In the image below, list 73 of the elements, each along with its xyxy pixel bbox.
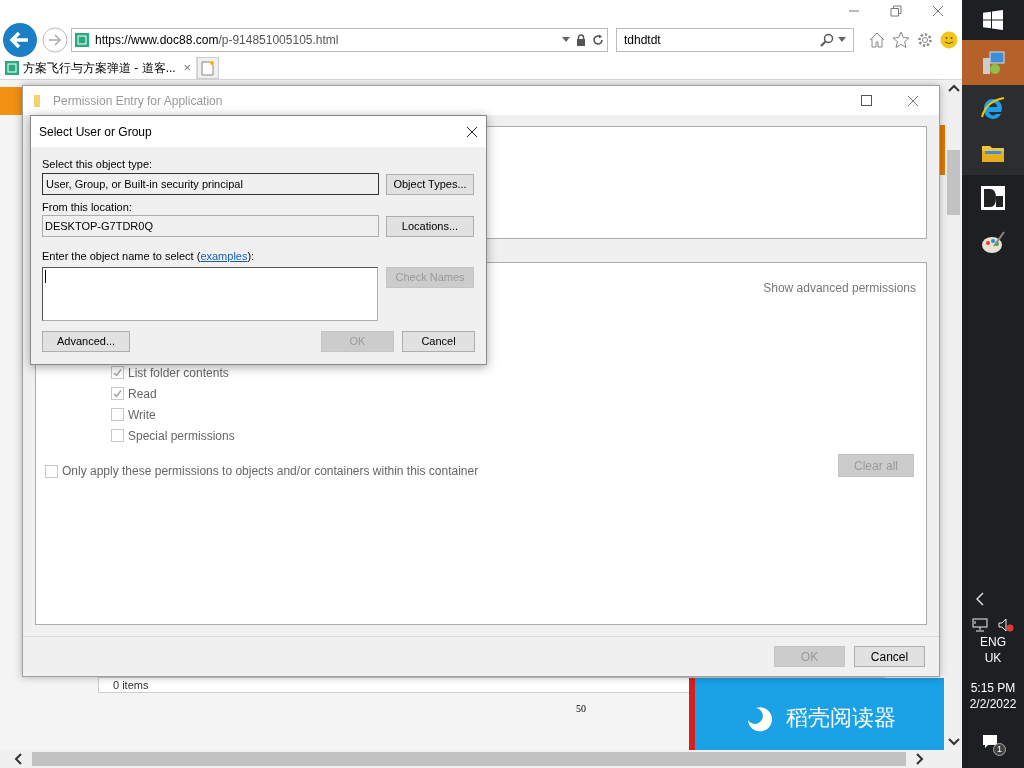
permission-label: List folder contents [128,364,229,382]
home-icon[interactable] [868,31,886,49]
taskbar-button[interactable] [962,130,1024,175]
show-advanced-link[interactable]: Show advanced permissions [763,279,916,297]
vertical-scrollbar[interactable] [945,80,962,750]
page-number: 50 [576,702,586,716]
browser-icon [980,94,1006,121]
scrollbar-thumb[interactable] [947,150,960,215]
permission-label: Write [128,406,156,424]
checkbox[interactable] [45,464,58,478]
dropdown-icon[interactable] [838,37,846,43]
computer-icon [980,49,1006,76]
checkbox[interactable] [111,408,124,421]
object-types-button[interactable]: Object Types... [386,173,474,195]
start-icon[interactable] [983,10,1003,30]
tab-close[interactable]: × [183,58,191,78]
field-label: From this location: [42,200,133,214]
lock-icon [576,34,586,46]
palette-icon [980,229,1006,256]
dialog-button[interactable]: Cancel [402,331,475,352]
location-field: DESKTOP-G7TDR0Q [42,215,379,237]
maximize-icon[interactable] [861,95,872,106]
site-icon [75,33,89,47]
search-icon[interactable] [820,33,834,47]
url-text: https://www.doc88.com/p-914851005105.html [95,32,340,49]
checkbox[interactable] [111,387,124,400]
checkbox[interactable] [111,429,124,442]
muted-speaker-icon[interactable] [998,618,1014,632]
object-type-field: User, Group, or Built-in security principal [42,173,379,195]
item-count: 0 items [113,678,149,692]
site-icon [5,61,19,75]
name-prompt: Enter the object name to select (examples): [42,249,256,263]
horizontal-scrollbar[interactable] [0,750,962,768]
message-icon [982,734,998,750]
restore-icon[interactable] [890,5,902,17]
app-icon [981,185,1005,210]
smiley-icon[interactable] [940,31,958,49]
field-label: Select this object type: [42,157,154,171]
examples-link[interactable]: examples [200,250,248,262]
scroll-down-icon[interactable] [947,738,960,746]
region-text[interactable]: UK [984,650,1002,666]
notification-count: 1 [993,743,1006,756]
notification-button[interactable]: 1 [980,732,1006,756]
checkbox[interactable] [111,366,124,379]
language-text[interactable]: ENG [980,634,1006,650]
permission-label: Special permissions [128,427,235,445]
object-name-field[interactable] [42,267,378,321]
advanced-button[interactable]: Advanced... [42,331,130,352]
dialog-button[interactable]: Cancel [854,646,925,667]
back-icon[interactable] [2,22,38,58]
close-icon[interactable] [466,125,478,138]
refresh-icon[interactable] [592,34,604,46]
scroll-right-icon[interactable] [916,753,924,765]
search-field[interactable]: tdhdtdt [616,28,854,52]
only-apply-label: Only apply these permissions to objects and/or containers within this container [62,463,479,480]
network-icon[interactable] [972,618,988,632]
banner-text: 稻壳阅读器 [785,703,896,732]
address-bar[interactable]: https://www.doc88.com/p-914851005105.html [71,28,608,52]
clock-time[interactable]: 5:15 PM [970,680,1016,696]
scroll-left-icon[interactable] [14,753,22,765]
scrollbar-thumb[interactable] [32,752,906,766]
dialog-title: Select User or Group [39,123,153,141]
locations-button[interactable]: Locations... [386,215,474,237]
permission-label: Read [128,385,157,403]
window-title: Permission Entry for Application [53,92,224,110]
scroll-up-icon[interactable] [947,84,960,92]
settings-icon[interactable] [916,31,934,49]
chevron-icon[interactable] [976,592,984,606]
tab-title: 方案飞行与方案弹道 - 道客... [23,60,177,77]
star-icon[interactable] [892,31,910,49]
dropdown-icon[interactable] [562,37,570,43]
clock-date[interactable]: 2/2/2022 [969,696,1017,712]
new-tab-icon [201,60,215,76]
